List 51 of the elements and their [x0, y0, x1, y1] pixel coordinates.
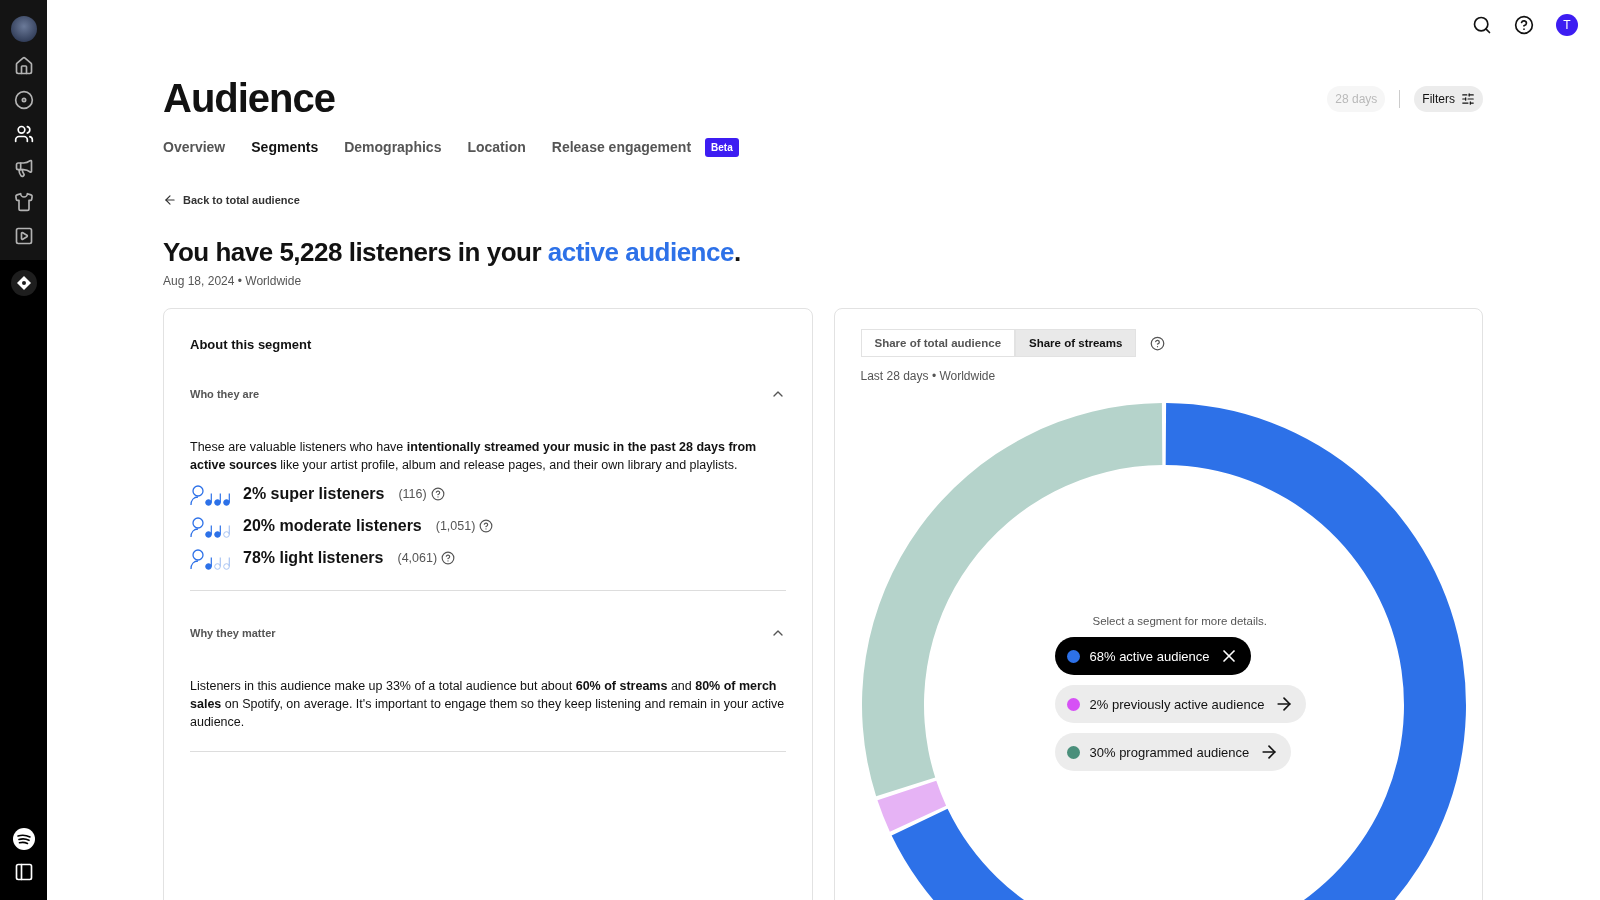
beta-badge: Beta — [705, 137, 739, 157]
filters-button[interactable]: Filters — [1414, 85, 1483, 112]
chart-subtitle: Last 28 days • Worldwide — [860, 369, 997, 383]
listener-label: 20% moderate listeners — [243, 517, 422, 535]
listener-count: (1,051) — [435, 519, 476, 533]
date-subtitle: Aug 18, 2024 • Worldwide — [163, 274, 303, 288]
shirt-icon[interactable] — [13, 192, 34, 212]
card-title: About this segment — [190, 337, 313, 352]
section-text: Listeners in this audience make up 33% of a total audience but about 60% of streams and 80% of merch sales on Spotify, on average. It's important to engage them so they keep listening and remain in your active audience. — [190, 678, 786, 731]
video-icon[interactable] — [13, 226, 34, 246]
search-icon[interactable] — [1472, 15, 1492, 35]
logo-icon[interactable] — [12, 828, 35, 850]
panel-icon[interactable] — [13, 862, 34, 882]
help-icon[interactable] — [430, 487, 445, 501]
segment-pill[interactable]: 2% previously active audience — [1054, 685, 1307, 723]
help-icon[interactable] — [1514, 15, 1534, 35]
headline: You have 5,228 listeners in your active audience. — [163, 237, 742, 268]
person-icon — [190, 516, 205, 538]
tab[interactable]: Segments — [251, 135, 319, 165]
user-avatar[interactable]: T — [1556, 14, 1578, 36]
listener-label: 2% super listeners — [243, 485, 385, 503]
section-title[interactable]: Why they matter — [190, 627, 276, 639]
person-icon — [190, 484, 205, 506]
listener-label: 78% light listeners — [243, 549, 384, 567]
megaphone-icon[interactable] — [13, 158, 34, 178]
section-title[interactable]: Who they are — [190, 388, 260, 400]
help-icon[interactable] — [441, 551, 456, 565]
segment-toggle[interactable]: Share of total audience — [860, 329, 1016, 357]
back-link[interactable]: Back to total audience — [163, 193, 1483, 207]
tab[interactable]: Location — [467, 135, 526, 165]
back-link-text[interactable]: Back to total audience — [183, 194, 300, 206]
tab[interactable]: Release engagement — [551, 135, 692, 165]
person-icon — [190, 548, 205, 570]
chart-hint: Select a segment for more details. — [1092, 615, 1267, 627]
artist-avatar[interactable] — [10, 16, 37, 42]
listener-count: (4,061) — [397, 551, 438, 565]
disc-icon[interactable] — [13, 90, 34, 110]
active-audience-link[interactable]: active audience — [547, 237, 734, 267]
tab[interactable]: Overview — [163, 135, 226, 165]
sliders-icon — [1461, 91, 1475, 106]
tab[interactable]: Demographics — [344, 135, 442, 165]
segment-pill[interactable]: 68% active audience — [1054, 637, 1252, 675]
section-text: These are valuable listeners who have intentionally streamed your music in the past 28 days from active sources like your artist profile, album and release pages, and their own library and playlists. — [190, 439, 758, 474]
help-icon[interactable] — [1150, 335, 1166, 351]
page-title: Audience — [163, 76, 336, 121]
people-icon[interactable] — [13, 124, 34, 144]
listener-count: (116) — [398, 487, 427, 501]
home-icon[interactable] — [13, 56, 34, 76]
segment-pill[interactable]: 30% programmed audience — [1054, 733, 1292, 771]
segment-toggle[interactable]: Share of streams — [1015, 329, 1137, 357]
help-icon[interactable] — [479, 519, 494, 533]
